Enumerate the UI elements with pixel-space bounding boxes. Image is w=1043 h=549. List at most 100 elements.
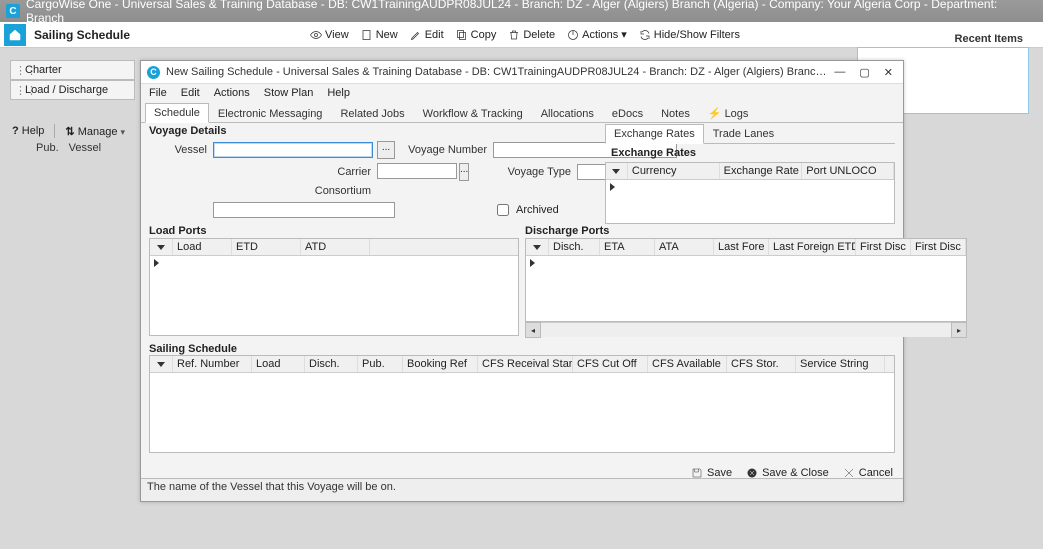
voyage-type-code[interactable]	[577, 164, 607, 180]
lp-atd-col[interactable]: ATD	[301, 239, 370, 255]
minimize-button[interactable]: —	[834, 66, 845, 79]
vessel-lookup-button[interactable]: ...	[377, 141, 395, 159]
exchange-rates-panel: Exchange Rates Trade Lanes Exchange Rate…	[605, 123, 895, 224]
ss-load-col[interactable]: Load	[252, 356, 305, 372]
ss-cfsstor-col[interactable]: CFS Stor.	[727, 356, 796, 372]
copy-button[interactable]: Copy	[456, 29, 497, 41]
dialog-tabs: Schedule Electronic Messaging Related Jo…	[141, 102, 903, 123]
dp-disch-col[interactable]: Disch.	[549, 239, 600, 255]
er-port-col[interactable]: Port UNLOCO	[802, 163, 894, 179]
row-indicator-icon	[530, 259, 535, 267]
vessel-input[interactable]	[213, 142, 373, 158]
manage-label: Manage	[78, 126, 118, 138]
new-button[interactable]: New	[361, 29, 398, 41]
dp-lastfore-col[interactable]: Last Fore	[714, 239, 769, 255]
ss-cfscutoff-col[interactable]: CFS Cut Off	[573, 356, 648, 372]
tab-trade-lanes[interactable]: Trade Lanes	[704, 124, 783, 144]
tab-related-jobs[interactable]: Related Jobs	[331, 104, 413, 123]
voyage-number-label: Voyage Number	[399, 144, 489, 156]
menu-file[interactable]: File	[149, 87, 167, 99]
delete-icon	[508, 29, 520, 41]
filter-load-discharge[interactable]: ⋮⋮Load / Discharge	[10, 80, 135, 100]
tab-allocations[interactable]: Allocations	[532, 104, 603, 123]
tab-notes[interactable]: Notes	[652, 104, 699, 123]
vessel-label: Vessel	[149, 144, 209, 156]
menu-help[interactable]: Help	[327, 87, 350, 99]
tab-workflow-tracking[interactable]: Workflow & Tracking	[414, 104, 532, 123]
er-rate-col[interactable]: Exchange Rate	[720, 163, 803, 179]
actions-label: Actions	[582, 29, 618, 41]
new-sailing-schedule-dialog: C New Sailing Schedule - Universal Sales…	[140, 60, 904, 502]
ss-bookingref-col[interactable]: Booking Ref	[403, 356, 478, 372]
help-button[interactable]: ? Help	[12, 125, 44, 137]
er-selector-col[interactable]	[606, 163, 628, 179]
new-icon	[361, 29, 373, 41]
dp-ata-col[interactable]: ATA	[655, 239, 714, 255]
tab-edocs[interactable]: eDocs	[603, 104, 652, 123]
carrier-input[interactable]	[377, 163, 457, 179]
row-indicator-icon	[610, 183, 615, 191]
filter-pane: ⋮⋮Charter ⋮⋮Load / Discharge ? Help ⇅ Ma…	[10, 60, 135, 154]
module-title: Sailing Schedule	[34, 28, 130, 42]
app-titlebar: C CargoWise One - Universal Sales & Trai…	[0, 0, 1043, 22]
hide-label: Hide/Show Filters	[654, 29, 740, 41]
menu-actions[interactable]: Actions	[214, 87, 250, 99]
dp-firstdisc2-col[interactable]: First Disc	[911, 239, 966, 255]
copy-label: Copy	[471, 29, 497, 41]
sailing-schedule-header: Sailing Schedule	[149, 343, 895, 355]
ss-cfsreceival-col[interactable]: CFS Receival Start	[478, 356, 573, 372]
lp-selector-col[interactable]	[150, 239, 173, 255]
menu-edit[interactable]: Edit	[181, 87, 200, 99]
ss-disch-col[interactable]: Disch.	[305, 356, 358, 372]
dp-eta-col[interactable]: ETA	[600, 239, 655, 255]
exchange-rates-grid[interactable]: Currency Exchange Rate Port UNLOCO	[605, 162, 895, 224]
manage-button[interactable]: ⇅ Manage ▾	[65, 125, 125, 138]
main-toolbar: View New Edit Copy Delete Actions▾ Hide/…	[310, 28, 740, 41]
er-currency-col[interactable]: Currency	[628, 163, 720, 179]
filter-charter-label: Charter	[25, 64, 62, 76]
filter-ld-label: Load / Discharge	[25, 84, 108, 96]
view-button[interactable]: View	[310, 29, 349, 41]
ss-ref-col[interactable]: Ref. Number	[173, 356, 252, 372]
actions-button[interactable]: Actions▾	[567, 28, 627, 41]
tab-schedule[interactable]: Schedule	[145, 103, 209, 123]
menu-stow-plan[interactable]: Stow Plan	[264, 87, 314, 99]
ss-cfsavail-col[interactable]: CFS Available	[648, 356, 727, 372]
dp-firstdisc-col[interactable]: First Disc	[856, 239, 911, 255]
scroll-right-button[interactable]: ▸	[951, 322, 967, 338]
app-icon: C	[6, 4, 20, 18]
home-button[interactable]	[4, 24, 26, 46]
pub-col: Pub.	[36, 142, 59, 154]
scroll-left-button[interactable]: ◂	[525, 322, 541, 338]
carrier-lookup-button[interactable]: ...	[459, 163, 469, 181]
close-button[interactable]: ✕	[884, 66, 893, 79]
discharge-scrollbar[interactable]: ◂ ▸	[525, 322, 967, 337]
edit-label: Edit	[425, 29, 444, 41]
ss-selector-col[interactable]	[150, 356, 173, 372]
lp-load-col[interactable]: Load	[173, 239, 232, 255]
load-ports-panel: Load Ports Load ETD ATD	[149, 225, 519, 337]
maximize-button[interactable]: ▢	[859, 66, 869, 79]
edit-button[interactable]: Edit	[410, 29, 444, 41]
carrier-label: Carrier	[213, 166, 373, 178]
hide-filters-button[interactable]: Hide/Show Filters	[639, 29, 740, 41]
filter-charter[interactable]: ⋮⋮Charter	[10, 60, 135, 80]
refresh-icon	[639, 29, 651, 41]
ss-pub-col[interactable]: Pub.	[358, 356, 403, 372]
lp-etd-col[interactable]: ETD	[232, 239, 301, 255]
tab-electronic-messaging[interactable]: Electronic Messaging	[209, 104, 332, 123]
load-ports-grid[interactable]: Load ETD ATD	[149, 238, 519, 336]
dp-lastforeignetd-col[interactable]: Last Foreign ETD	[769, 239, 856, 255]
edit-icon	[410, 29, 422, 41]
load-ports-header: Load Ports	[149, 225, 519, 237]
tab-logs[interactable]: ⚡Logs	[699, 103, 758, 123]
discharge-ports-grid[interactable]: Disch. ETA ATA Last Fore Last Foreign ET…	[525, 238, 967, 322]
separator	[54, 124, 55, 138]
dp-selector-col[interactable]	[526, 239, 549, 255]
new-label: New	[376, 29, 398, 41]
delete-button[interactable]: Delete	[508, 29, 555, 41]
ss-servicestring-col[interactable]: Service String	[796, 356, 885, 372]
tab-exchange-rates[interactable]: Exchange Rates	[605, 124, 704, 144]
archived-checkbox[interactable]	[497, 204, 509, 216]
sailing-schedule-grid[interactable]: Ref. Number Load Disch. Pub. Booking Ref…	[149, 355, 895, 453]
